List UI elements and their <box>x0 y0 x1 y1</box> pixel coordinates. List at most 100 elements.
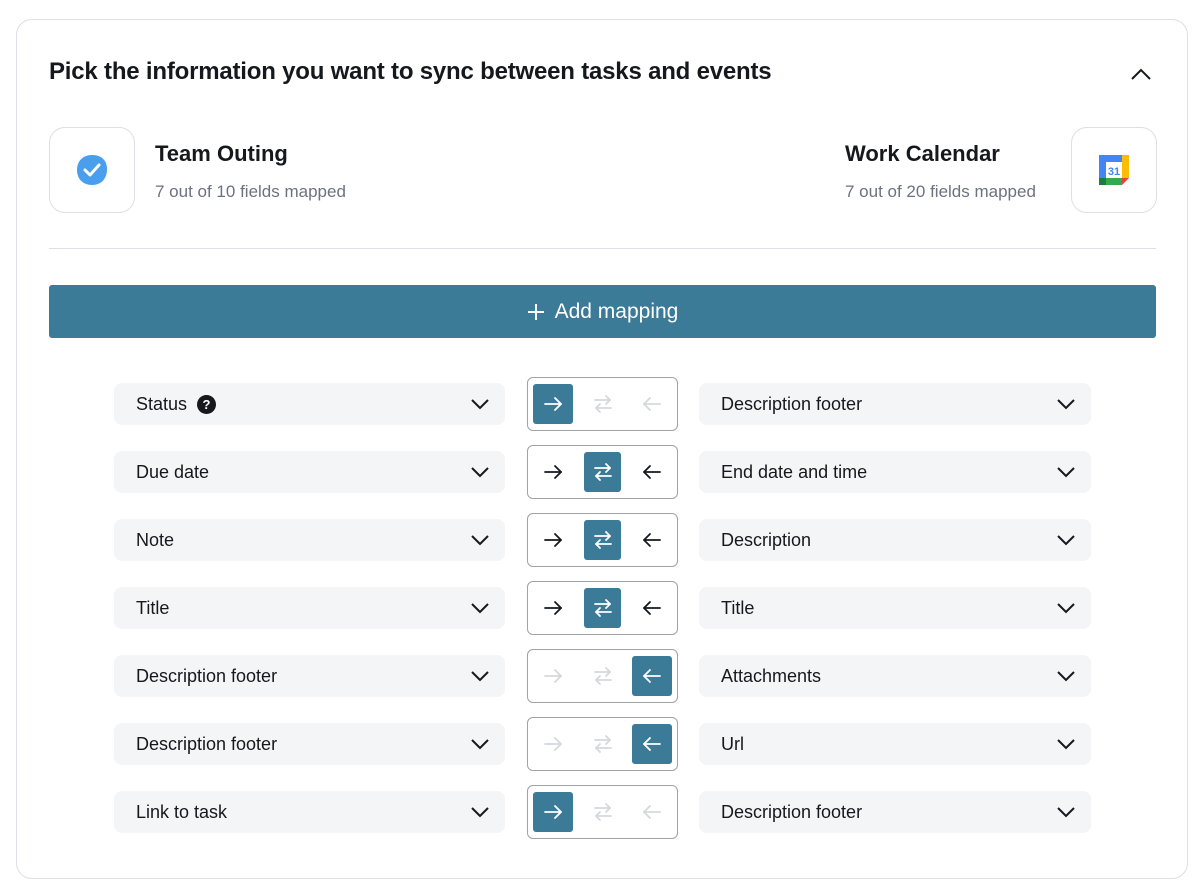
target-field-label: Url <box>721 733 744 754</box>
sync-to-source-button[interactable] <box>632 724 672 764</box>
arrow-left-icon <box>643 465 661 479</box>
target-field-label: Title <box>721 597 755 618</box>
source-field-label: Description footer <box>136 665 278 686</box>
sync-to-source-button[interactable] <box>632 384 672 424</box>
source-field-select[interactable]: Description footer <box>114 655 505 697</box>
mapping-row: Due date End date and time <box>17 445 1189 499</box>
target-field-select[interactable]: Url <box>699 723 1091 765</box>
source-fields-mapped: 7 out of 10 fields mapped <box>155 182 346 201</box>
sync-both-ways-button[interactable] <box>584 520 621 560</box>
source-field-label: Link to task <box>136 801 228 822</box>
chevron-down-icon <box>471 671 489 682</box>
source-field-select[interactable]: Due date <box>114 451 505 493</box>
arrows-both-icon <box>593 463 612 481</box>
arrow-right-icon <box>544 397 562 411</box>
sync-both-ways-button[interactable] <box>584 384 621 424</box>
source-app-name: Team Outing <box>155 141 288 166</box>
sync-to-target-button[interactable] <box>533 520 573 560</box>
arrow-right-icon <box>544 669 562 683</box>
chevron-down-icon <box>471 399 489 410</box>
calendar-day-text: 31 <box>1108 166 1120 178</box>
sync-direction-toggle <box>527 377 678 431</box>
sync-both-ways-button[interactable] <box>584 724 621 764</box>
chevron-down-icon <box>471 467 489 478</box>
target-field-select[interactable]: End date and time <box>699 451 1091 493</box>
chevron-down-icon <box>471 603 489 614</box>
mapping-row: Note Description <box>17 513 1189 567</box>
sync-both-ways-button[interactable] <box>584 452 621 492</box>
source-field-label: Due date <box>136 461 210 482</box>
source-app-tile <box>49 127 135 213</box>
sync-to-source-button[interactable] <box>632 588 672 628</box>
sync-direction-toggle <box>527 649 678 703</box>
target-field-label: End date and time <box>721 461 868 482</box>
arrow-right-icon <box>544 533 562 547</box>
chevron-down-icon <box>1057 603 1075 614</box>
sync-to-source-button[interactable] <box>632 452 672 492</box>
source-field-select[interactable]: Title <box>114 587 505 629</box>
sync-to-source-button[interactable] <box>632 520 672 560</box>
sync-both-ways-button[interactable] <box>584 588 621 628</box>
source-field-label: Note <box>136 529 175 550</box>
sync-direction-toggle <box>527 717 678 771</box>
mapping-row: Description footer Attachments <box>17 649 1189 703</box>
chevron-up-icon <box>1131 68 1151 80</box>
sync-both-ways-button[interactable] <box>584 656 621 696</box>
target-field-select[interactable]: Description footer <box>699 383 1091 425</box>
target-field-select[interactable]: Title <box>699 587 1091 629</box>
chevron-down-icon <box>1057 671 1075 682</box>
sync-settings-card: Pick the information you want to sync be… <box>16 19 1188 879</box>
target-field-label: Description footer <box>721 801 863 822</box>
arrow-left-icon <box>643 533 661 547</box>
add-mapping-button[interactable]: Add mapping <box>49 285 1156 338</box>
source-field-select[interactable]: Description footer <box>114 723 505 765</box>
source-field-select[interactable]: Link to task <box>114 791 505 833</box>
target-app-name: Work Calendar <box>845 141 1000 166</box>
arrows-both-icon <box>593 395 612 413</box>
source-field-label: Status <box>136 393 188 414</box>
arrow-left-icon <box>643 737 661 751</box>
sync-to-target-button[interactable] <box>533 792 573 832</box>
target-field-label: Description footer <box>721 393 863 414</box>
sync-to-source-button[interactable] <box>632 792 672 832</box>
arrow-right-icon <box>544 601 562 615</box>
divider <box>49 248 1156 249</box>
sync-to-target-button[interactable] <box>533 384 573 424</box>
chevron-down-icon <box>1057 535 1075 546</box>
chevron-down-icon <box>471 739 489 750</box>
target-field-select[interactable]: Description footer <box>699 791 1091 833</box>
arrows-both-icon <box>593 599 612 617</box>
target-fields-mapped: 7 out of 20 fields mapped <box>845 182 1036 201</box>
source-field-label: Title <box>136 597 170 618</box>
target-field-select[interactable]: Description <box>699 519 1091 561</box>
sync-to-target-button[interactable] <box>533 452 573 492</box>
source-field-label: Description footer <box>136 733 278 754</box>
sync-both-ways-button[interactable] <box>584 792 621 832</box>
sync-direction-toggle <box>527 581 678 635</box>
target-app-tile: 31 <box>1071 127 1157 213</box>
plus-icon <box>527 303 544 320</box>
mapping-row: Link to task Description footer <box>17 785 1189 839</box>
sync-to-target-button[interactable] <box>533 724 573 764</box>
sync-to-target-button[interactable] <box>533 656 573 696</box>
arrows-both-icon <box>593 531 612 549</box>
sync-to-source-button[interactable] <box>632 656 672 696</box>
arrow-left-icon <box>643 805 661 819</box>
target-field-label: Description <box>721 529 812 550</box>
sync-direction-toggle <box>527 513 678 567</box>
chevron-down-icon <box>471 807 489 818</box>
target-field-select[interactable]: Attachments <box>699 655 1091 697</box>
sync-to-target-button[interactable] <box>533 588 573 628</box>
arrow-left-icon <box>643 601 661 615</box>
help-icon[interactable]: ? <box>197 394 217 414</box>
source-field-select[interactable]: Status ? <box>114 383 505 425</box>
arrow-right-icon <box>544 465 562 479</box>
collapse-button[interactable] <box>1127 62 1155 86</box>
source-field-select[interactable]: Note <box>114 519 505 561</box>
arrows-both-icon <box>593 667 612 685</box>
add-mapping-label: Add mapping <box>554 299 679 323</box>
page-title: Pick the information you want to sync be… <box>49 58 772 85</box>
mapping-row: Title Title <box>17 581 1189 635</box>
mapping-row: Status ? Description footer <box>17 377 1189 431</box>
chevron-down-icon <box>1057 467 1075 478</box>
